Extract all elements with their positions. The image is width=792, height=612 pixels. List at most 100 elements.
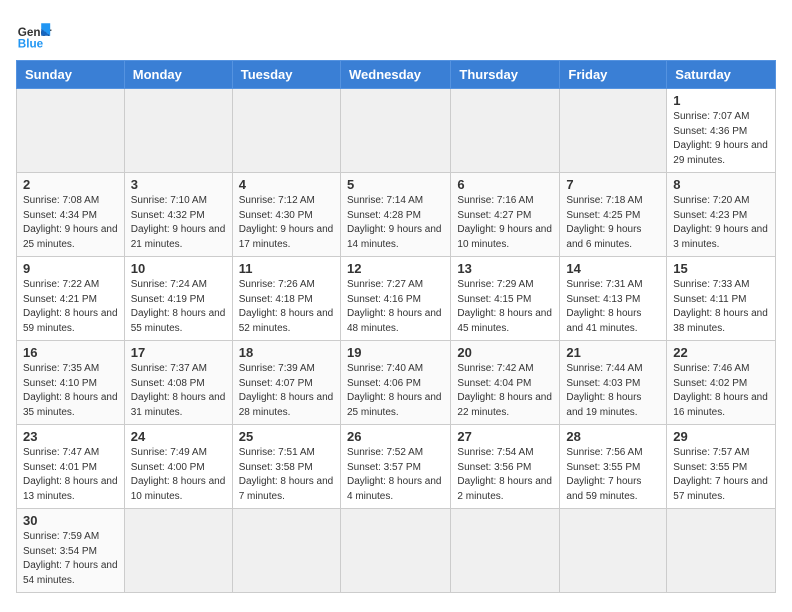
day-info: Sunrise: 7:08 AM Sunset: 4:34 PM Dayligh… xyxy=(23,194,118,252)
day-info: Sunrise: 7:44 AM Sunset: 4:03 PM Dayligh… xyxy=(566,362,660,420)
page-header: General Blue xyxy=(16,16,776,52)
calendar-day-cell: 8 Sunrise: 7:20 AM Sunset: 4:23 PM Daylig… xyxy=(667,173,776,257)
day-info: Sunrise: 7:20 AM Sunset: 4:23 PM Dayligh… xyxy=(673,194,769,252)
calendar-header-friday: Friday xyxy=(560,61,667,89)
calendar-day-cell xyxy=(124,509,232,593)
day-info: Sunrise: 7:35 AM Sunset: 4:10 PM Dayligh… xyxy=(23,362,118,420)
day-number: 30 xyxy=(23,513,118,528)
calendar-day-cell: 13Sunrise: 7:29 AM Sunset: 4:15 PM Dayli… xyxy=(451,257,560,341)
day-info: Sunrise: 7:07 AM Sunset: 4:36 PM Dayligh… xyxy=(673,110,769,168)
day-number: 15 xyxy=(673,261,769,276)
calendar-day-cell xyxy=(340,509,450,593)
day-info: Sunrise: 7:27 AM Sunset: 4:16 PM Dayligh… xyxy=(347,278,444,336)
day-number: 10 xyxy=(131,261,226,276)
day-number: 2 xyxy=(23,177,118,192)
calendar-week-row: 30Sunrise: 7:59 AM Sunset: 3:54 PM Dayli… xyxy=(17,509,776,593)
day-info: Sunrise: 7:54 AM Sunset: 3:56 PM Dayligh… xyxy=(457,446,553,504)
day-number: 5 xyxy=(347,177,444,192)
calendar-day-cell xyxy=(451,509,560,593)
calendar-day-cell: 7 Sunrise: 7:18 AM Sunset: 4:25 PM Daylig… xyxy=(560,173,667,257)
day-info: Sunrise: 7:57 AM Sunset: 3:55 PM Dayligh… xyxy=(673,446,769,504)
calendar-day-cell xyxy=(17,89,125,173)
day-number: 6 xyxy=(457,177,553,192)
calendar-header-sunday: Sunday xyxy=(17,61,125,89)
calendar-day-cell: 15 Sunrise: 7:33 AM Sunset: 4:11 PM Dayli… xyxy=(667,257,776,341)
day-number: 20 xyxy=(457,345,553,360)
day-info: Sunrise: 7:12 AM Sunset: 4:30 PM Dayligh… xyxy=(239,194,334,252)
calendar-day-cell: 19Sunrise: 7:40 AM Sunset: 4:06 PM Dayli… xyxy=(340,341,450,425)
day-number: 7 xyxy=(566,177,660,192)
day-number: 4 xyxy=(239,177,334,192)
calendar-day-cell: 10 Sunrise: 7:24 AM Sunset: 4:19 PM Dayli… xyxy=(124,257,232,341)
calendar-day-cell: 3 Sunrise: 7:10 AM Sunset: 4:32 PM Daylig… xyxy=(124,173,232,257)
calendar-day-cell: 12 Sunrise: 7:27 AM Sunset: 4:16 PM Dayli… xyxy=(340,257,450,341)
logo-icon: General Blue xyxy=(16,16,52,52)
calendar-week-row: 2 Sunrise: 7:08 AM Sunset: 4:34 PM Daylig… xyxy=(17,173,776,257)
day-info: Sunrise: 7:51 AM Sunset: 3:58 PM Dayligh… xyxy=(239,446,334,504)
calendar-table: SundayMondayTuesdayWednesdayThursdayFrid… xyxy=(16,60,776,593)
day-number: 26 xyxy=(347,429,444,444)
day-info: Sunrise: 7:46 AM Sunset: 4:02 PM Dayligh… xyxy=(673,362,769,420)
calendar-day-cell xyxy=(560,89,667,173)
calendar-day-cell: 14Sunrise: 7:31 AM Sunset: 4:13 PM Dayli… xyxy=(560,257,667,341)
day-number: 29 xyxy=(673,429,769,444)
day-info: Sunrise: 7:37 AM Sunset: 4:08 PM Dayligh… xyxy=(131,362,226,420)
calendar-header-saturday: Saturday xyxy=(667,61,776,89)
day-info: Sunrise: 7:56 AM Sunset: 3:55 PM Dayligh… xyxy=(566,446,660,504)
day-number: 16 xyxy=(23,345,118,360)
day-info: Sunrise: 7:31 AM Sunset: 4:13 PM Dayligh… xyxy=(566,278,660,336)
day-info: Sunrise: 7:14 AM Sunset: 4:28 PM Dayligh… xyxy=(347,194,444,252)
day-info: Sunrise: 7:42 AM Sunset: 4:04 PM Dayligh… xyxy=(457,362,553,420)
calendar-day-cell: 16 Sunrise: 7:35 AM Sunset: 4:10 PM Dayli… xyxy=(17,341,125,425)
calendar-day-cell: 1Sunrise: 7:07 AM Sunset: 4:36 PM Daylig… xyxy=(667,89,776,173)
day-number: 3 xyxy=(131,177,226,192)
calendar-header-row: SundayMondayTuesdayWednesdayThursdayFrid… xyxy=(17,61,776,89)
calendar-day-cell: 27Sunrise: 7:54 AM Sunset: 3:56 PM Dayli… xyxy=(451,425,560,509)
calendar-day-cell: 29 Sunrise: 7:57 AM Sunset: 3:55 PM Dayli… xyxy=(667,425,776,509)
calendar-day-cell: 28 Sunrise: 7:56 AM Sunset: 3:55 PM Dayli… xyxy=(560,425,667,509)
calendar-day-cell xyxy=(232,89,340,173)
day-number: 17 xyxy=(131,345,226,360)
day-info: Sunrise: 7:24 AM Sunset: 4:19 PM Dayligh… xyxy=(131,278,226,336)
calendar-day-cell: 24 Sunrise: 7:49 AM Sunset: 4:00 PM Dayli… xyxy=(124,425,232,509)
day-info: Sunrise: 7:10 AM Sunset: 4:32 PM Dayligh… xyxy=(131,194,226,252)
day-number: 24 xyxy=(131,429,226,444)
day-info: Sunrise: 7:16 AM Sunset: 4:27 PM Dayligh… xyxy=(457,194,553,252)
calendar-day-cell: 2 Sunrise: 7:08 AM Sunset: 4:34 PM Daylig… xyxy=(17,173,125,257)
calendar-day-cell xyxy=(340,89,450,173)
calendar-day-cell: 18Sunrise: 7:39 AM Sunset: 4:07 PM Dayli… xyxy=(232,341,340,425)
calendar-week-row: 9 Sunrise: 7:22 AM Sunset: 4:21 PM Daylig… xyxy=(17,257,776,341)
calendar-day-cell: 11Sunrise: 7:26 AM Sunset: 4:18 PM Dayli… xyxy=(232,257,340,341)
day-number: 21 xyxy=(566,345,660,360)
day-info: Sunrise: 7:22 AM Sunset: 4:21 PM Dayligh… xyxy=(23,278,118,336)
calendar-day-cell: 23 Sunrise: 7:47 AM Sunset: 4:01 PM Dayli… xyxy=(17,425,125,509)
day-number: 9 xyxy=(23,261,118,276)
day-info: Sunrise: 7:18 AM Sunset: 4:25 PM Dayligh… xyxy=(566,194,660,252)
calendar-day-cell xyxy=(451,89,560,173)
svg-text:Blue: Blue xyxy=(18,38,44,51)
calendar-day-cell: 17 Sunrise: 7:37 AM Sunset: 4:08 PM Dayli… xyxy=(124,341,232,425)
day-number: 8 xyxy=(673,177,769,192)
day-info: Sunrise: 7:33 AM Sunset: 4:11 PM Dayligh… xyxy=(673,278,769,336)
day-info: Sunrise: 7:26 AM Sunset: 4:18 PM Dayligh… xyxy=(239,278,334,336)
calendar-day-cell: 6 Sunrise: 7:16 AM Sunset: 4:27 PM Daylig… xyxy=(451,173,560,257)
calendar-day-cell xyxy=(232,509,340,593)
day-number: 28 xyxy=(566,429,660,444)
day-number: 25 xyxy=(239,429,334,444)
calendar-header-monday: Monday xyxy=(124,61,232,89)
calendar-day-cell: 5 Sunrise: 7:14 AM Sunset: 4:28 PM Daylig… xyxy=(340,173,450,257)
day-info: Sunrise: 7:52 AM Sunset: 3:57 PM Dayligh… xyxy=(347,446,444,504)
calendar-day-cell: 4 Sunrise: 7:12 AM Sunset: 4:30 PM Daylig… xyxy=(232,173,340,257)
day-number: 23 xyxy=(23,429,118,444)
day-number: 12 xyxy=(347,261,444,276)
day-number: 22 xyxy=(673,345,769,360)
day-info: Sunrise: 7:49 AM Sunset: 4:00 PM Dayligh… xyxy=(131,446,226,504)
calendar-day-cell xyxy=(667,509,776,593)
day-info: Sunrise: 7:47 AM Sunset: 4:01 PM Dayligh… xyxy=(23,446,118,504)
calendar-day-cell xyxy=(560,509,667,593)
calendar-week-row: 1Sunrise: 7:07 AM Sunset: 4:36 PM Daylig… xyxy=(17,89,776,173)
calendar-day-cell: 25 Sunrise: 7:51 AM Sunset: 3:58 PM Dayli… xyxy=(232,425,340,509)
calendar-day-cell: 20 Sunrise: 7:42 AM Sunset: 4:04 PM Dayli… xyxy=(451,341,560,425)
calendar-day-cell: 30Sunrise: 7:59 AM Sunset: 3:54 PM Dayli… xyxy=(17,509,125,593)
day-info: Sunrise: 7:40 AM Sunset: 4:06 PM Dayligh… xyxy=(347,362,444,420)
